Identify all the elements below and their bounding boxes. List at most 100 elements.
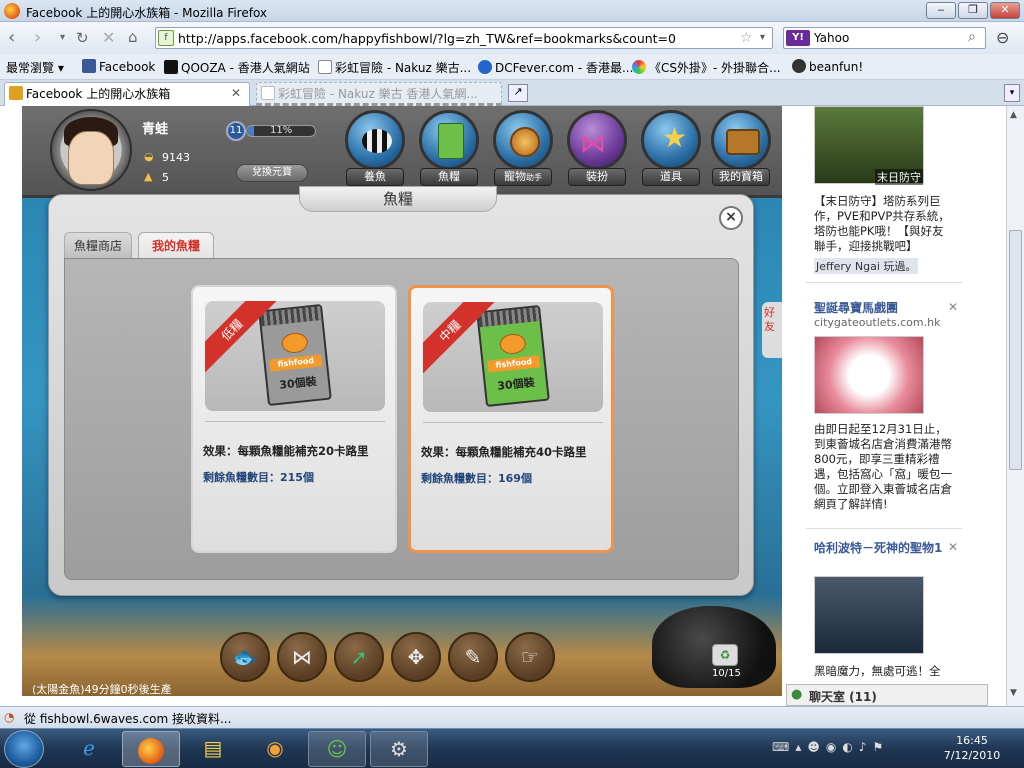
food-effect: 效果：每顆魚糧能補充40卡路里: [421, 445, 587, 459]
search-icon[interactable]: ⌕: [968, 29, 976, 45]
player-avatar[interactable]: [50, 109, 132, 191]
explorer-icon[interactable]: ▤: [184, 731, 242, 767]
tab-my-food[interactable]: 我的魚糧: [138, 232, 214, 260]
bookmark-dcfever[interactable]: DCFever.com - 香港最...: [478, 59, 633, 76]
tool-bow-icon[interactable]: ⋈: [277, 632, 327, 682]
stop-icon[interactable]: ✕: [102, 28, 115, 47]
scroll-thumb[interactable]: [1009, 230, 1022, 470]
tool-cursor-icon[interactable]: ➚: [334, 632, 384, 682]
home-icon[interactable]: ⌂: [128, 28, 138, 46]
ad-text[interactable]: 黑暗魔力，無處可逃！全: [814, 664, 954, 679]
tool-hand-icon[interactable]: ☞: [505, 632, 555, 682]
dialog-content: [64, 258, 739, 580]
ie-icon[interactable]: ℯ: [60, 731, 118, 767]
history-dropdown-icon[interactable]: ▾: [60, 32, 65, 43]
bookmark-cs[interactable]: 《CS外掛》- 外掛聯合...: [632, 59, 781, 76]
food-remaining: 剩餘魚糧數目：215個: [203, 471, 314, 484]
tool-brush-icon[interactable]: ✎: [448, 632, 498, 682]
hud-chest-button[interactable]: 我的寶箱: [710, 110, 772, 190]
ad-text[interactable]: 由即日起至12月31日止，到東薈城名店倉消費滿港幣800元，即享三重精彩禮遇，包…: [814, 422, 954, 512]
dcfever-icon: [478, 60, 492, 74]
scroll-down-icon[interactable]: ▼: [1010, 688, 1017, 698]
chat-user-icon: ●: [791, 687, 803, 702]
ad-played: Jeffery Ngai 玩過。: [814, 258, 919, 274]
reload-icon[interactable]: ↻: [76, 29, 89, 47]
maximize-button[interactable]: ❐: [958, 2, 988, 19]
url-text[interactable]: http://apps.facebook.com/happyfishbowl/?…: [178, 31, 676, 46]
url-dropdown-icon[interactable]: ▾: [760, 32, 765, 43]
status-text: 從 fishbowl.6waves.com 接收資料...: [24, 712, 232, 726]
bookmark-qooza[interactable]: QOOZA - 香港人氣網站: [164, 59, 310, 76]
ad-title[interactable]: 哈利波特－死神的聖物1: [814, 540, 954, 556]
dialog-close-button[interactable]: ×: [719, 206, 743, 230]
bookmark-most-visited[interactable]: 最常瀏覽 ▾: [6, 59, 64, 76]
bookmark-nakuz[interactable]: 彩虹冒險 - Nakuz 樂古...: [318, 59, 471, 76]
hud-food-button[interactable]: 魚糧: [418, 110, 480, 190]
bookmark-beanfun[interactable]: beanfun!: [792, 59, 863, 74]
url-bar[interactable]: f http://apps.facebook.com/happyfishbowl…: [155, 27, 773, 49]
search-bar[interactable]: Y! Yahoo ⌕: [783, 27, 986, 49]
search-input[interactable]: Yahoo: [814, 31, 849, 45]
hud-tools-button[interactable]: ★ 道具: [640, 110, 702, 190]
snail-icon: [493, 110, 553, 170]
exchange-button[interactable]: 兌換元寶: [236, 164, 308, 182]
site-identity-icon[interactable]: f: [158, 30, 174, 46]
ad-image-movie[interactable]: [814, 576, 924, 654]
taskbar-clock[interactable]: 16:45 7/12/2010: [940, 733, 1004, 763]
ad-close-icon[interactable]: ✕: [948, 540, 958, 554]
yahoo-engine-icon[interactable]: Y!: [786, 30, 810, 46]
hud-fish-button[interactable]: 養魚: [344, 110, 406, 190]
tab-close-icon[interactable]: ✕: [231, 86, 241, 100]
tab-list-icon[interactable]: ▾: [1004, 84, 1020, 102]
window-titlebar: Facebook 上的開心水族箱 - Mozilla Firefox ‒ ❐ ✕: [0, 0, 1024, 22]
ad-url[interactable]: citygateoutlets.com.hk: [814, 316, 940, 329]
recycle-icon[interactable]: ♻: [712, 644, 738, 666]
food-card-low[interactable]: fishfood 30個裝 低糧 效果：每顆魚糧能補充20卡路里 剩餘魚糧數目：…: [191, 285, 397, 553]
ad-title[interactable]: 聖誕尋寶馬戲團: [814, 300, 954, 316]
hud-pet-button[interactable]: 寵物助手: [492, 110, 554, 190]
settings-app-icon[interactable]: ⚙: [370, 731, 428, 767]
minimize-button[interactable]: ‒: [926, 2, 956, 19]
page-scrollbar[interactable]: ▲ ▼: [1006, 106, 1024, 706]
qooza-icon: [164, 60, 178, 74]
messenger-icon[interactable]: ☺: [308, 731, 366, 767]
food-card-medium[interactable]: fishfood 30個裝 中糧 效果：每顆魚糧能補充40卡路里 剩餘魚糧數目：…: [408, 285, 614, 553]
new-tab-icon[interactable]: ↗: [508, 84, 528, 102]
chat-bar[interactable]: ● 聊天室 (11): [786, 684, 988, 706]
tool-move-icon[interactable]: ✥: [391, 632, 441, 682]
menu-icon[interactable]: ⊖: [996, 28, 1009, 47]
gold-count: 5: [162, 171, 169, 184]
fish-counter: 10/15: [712, 668, 741, 679]
tray-icons[interactable]: ⌨▴☻◉◐♪⚑: [772, 740, 889, 754]
ad-text[interactable]: 【末日防守】塔防系列巨作，PVE和PVP共存系統，塔防也能PK哦！【與好友聯手，…: [814, 194, 954, 254]
tab-nakuz[interactable]: 彩虹冒險 - Nakuz 樂古 香港人氣網...: [256, 82, 502, 106]
bookmark-facebook[interactable]: Facebook: [82, 59, 155, 74]
bookmark-star-icon[interactable]: ☆: [740, 30, 753, 46]
ad-close-icon[interactable]: ✕: [948, 300, 958, 314]
ad-image-circus[interactable]: [814, 336, 924, 414]
status-bar: ◔ 從 fishbowl.6waves.com 接收資料...: [0, 706, 1024, 728]
back-icon[interactable]: ‹: [8, 27, 15, 48]
start-button[interactable]: [4, 730, 44, 768]
scroll-up-icon[interactable]: ▲: [1010, 110, 1017, 120]
ad-image-game[interactable]: 末日防守: [814, 106, 924, 185]
player-name: 青蛙: [142, 122, 169, 137]
food-bag-icon: fishfood 30個裝: [258, 303, 332, 407]
close-window-button[interactable]: ✕: [990, 2, 1020, 19]
level-badge: 11: [226, 121, 246, 141]
tab-fishbowl[interactable]: Facebook 上的開心水族箱 ✕: [4, 82, 250, 106]
media-icon[interactable]: ◉: [246, 731, 304, 767]
tab-food-shop[interactable]: 魚糧商店: [64, 232, 132, 260]
forward-icon[interactable]: ›: [34, 27, 41, 48]
window-title: Facebook 上的開心水族箱 - Mozilla Firefox: [26, 6, 268, 20]
shell-count: 9143: [162, 151, 190, 164]
wand-icon: ★: [641, 110, 701, 170]
gold-icon: ▲: [144, 170, 153, 183]
fishbowl-tab-icon: [9, 86, 23, 100]
tool-fish-icon[interactable]: 🐟: [220, 632, 270, 682]
hud-decorate-button[interactable]: ⋈ 裝扮: [566, 110, 628, 190]
cs-icon: [632, 60, 646, 74]
firefox-taskbar-icon[interactable]: [122, 731, 180, 767]
friends-side-tab[interactable]: 好友: [762, 302, 782, 358]
fish-icon: [345, 110, 405, 170]
